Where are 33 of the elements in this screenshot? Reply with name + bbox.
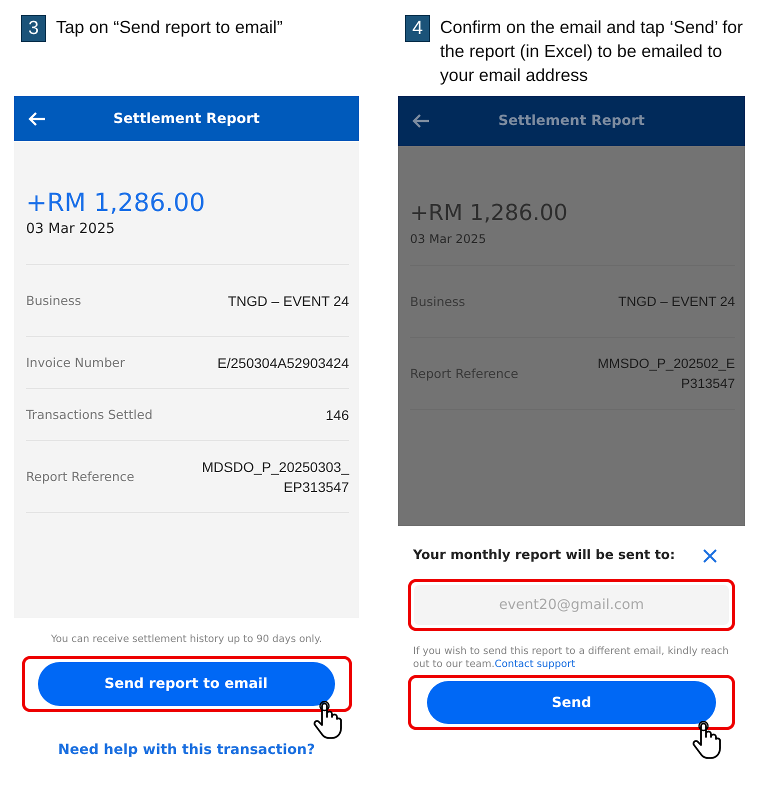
detail-label: Report Reference xyxy=(26,469,134,484)
help-text: If you wish to send this report to a different email, kindly reach out to our team.Contact support xyxy=(413,645,730,671)
step-instruction: Tap on “Send report to email” xyxy=(56,16,283,39)
date: 03 Mar 2025 xyxy=(26,221,116,237)
detail-label: Business xyxy=(26,293,82,308)
amount: +RM 1,286.00 xyxy=(26,188,206,218)
step-number: 4 xyxy=(405,15,430,42)
hand-pointer-icon xyxy=(692,721,722,759)
contact-support-link[interactable]: Contact support xyxy=(494,659,576,670)
step-instruction: Confirm on the email and tap ‘Send’ for the report (in Excel) to be emailed to your email address xyxy=(440,16,744,87)
date: 03 Mar 2025 xyxy=(410,232,488,246)
send-button[interactable]: Send xyxy=(427,681,716,724)
detail-label: Transactions Settled xyxy=(26,407,153,422)
screen-title: Settlement Report xyxy=(113,110,260,126)
detail-value: MDSDO_P_20250303_ EP313547 xyxy=(202,458,349,496)
back-arrow-icon[interactable] xyxy=(412,114,430,128)
history-note: You can receive settlement history up to 90 days only. xyxy=(51,634,322,645)
detail-label: Report Reference xyxy=(410,366,518,381)
detail-value: TNGD – EVENT 24 xyxy=(228,292,349,310)
hand-pointer-icon xyxy=(312,701,342,739)
send-report-button[interactable]: Send report to email xyxy=(38,662,334,706)
detail-label: Invoice Number xyxy=(26,355,125,370)
step-number: 3 xyxy=(21,15,46,42)
detail-value: 146 xyxy=(326,406,349,424)
detail-value: E/250304A52903424 xyxy=(217,354,349,372)
close-icon[interactable] xyxy=(703,548,717,562)
amount: +RM 1,286.00 xyxy=(410,200,569,228)
screen-title: Settlement Report xyxy=(498,113,645,129)
detail-value: TNGD – EVENT 24 xyxy=(618,292,735,310)
help-link[interactable]: Need help with this transaction? xyxy=(58,742,315,758)
detail-value: MMSDO_P_202502_E P313547 xyxy=(598,354,735,392)
sheet-title: Your monthly report will be sent to: xyxy=(413,548,676,563)
detail-label: Business xyxy=(410,294,466,309)
